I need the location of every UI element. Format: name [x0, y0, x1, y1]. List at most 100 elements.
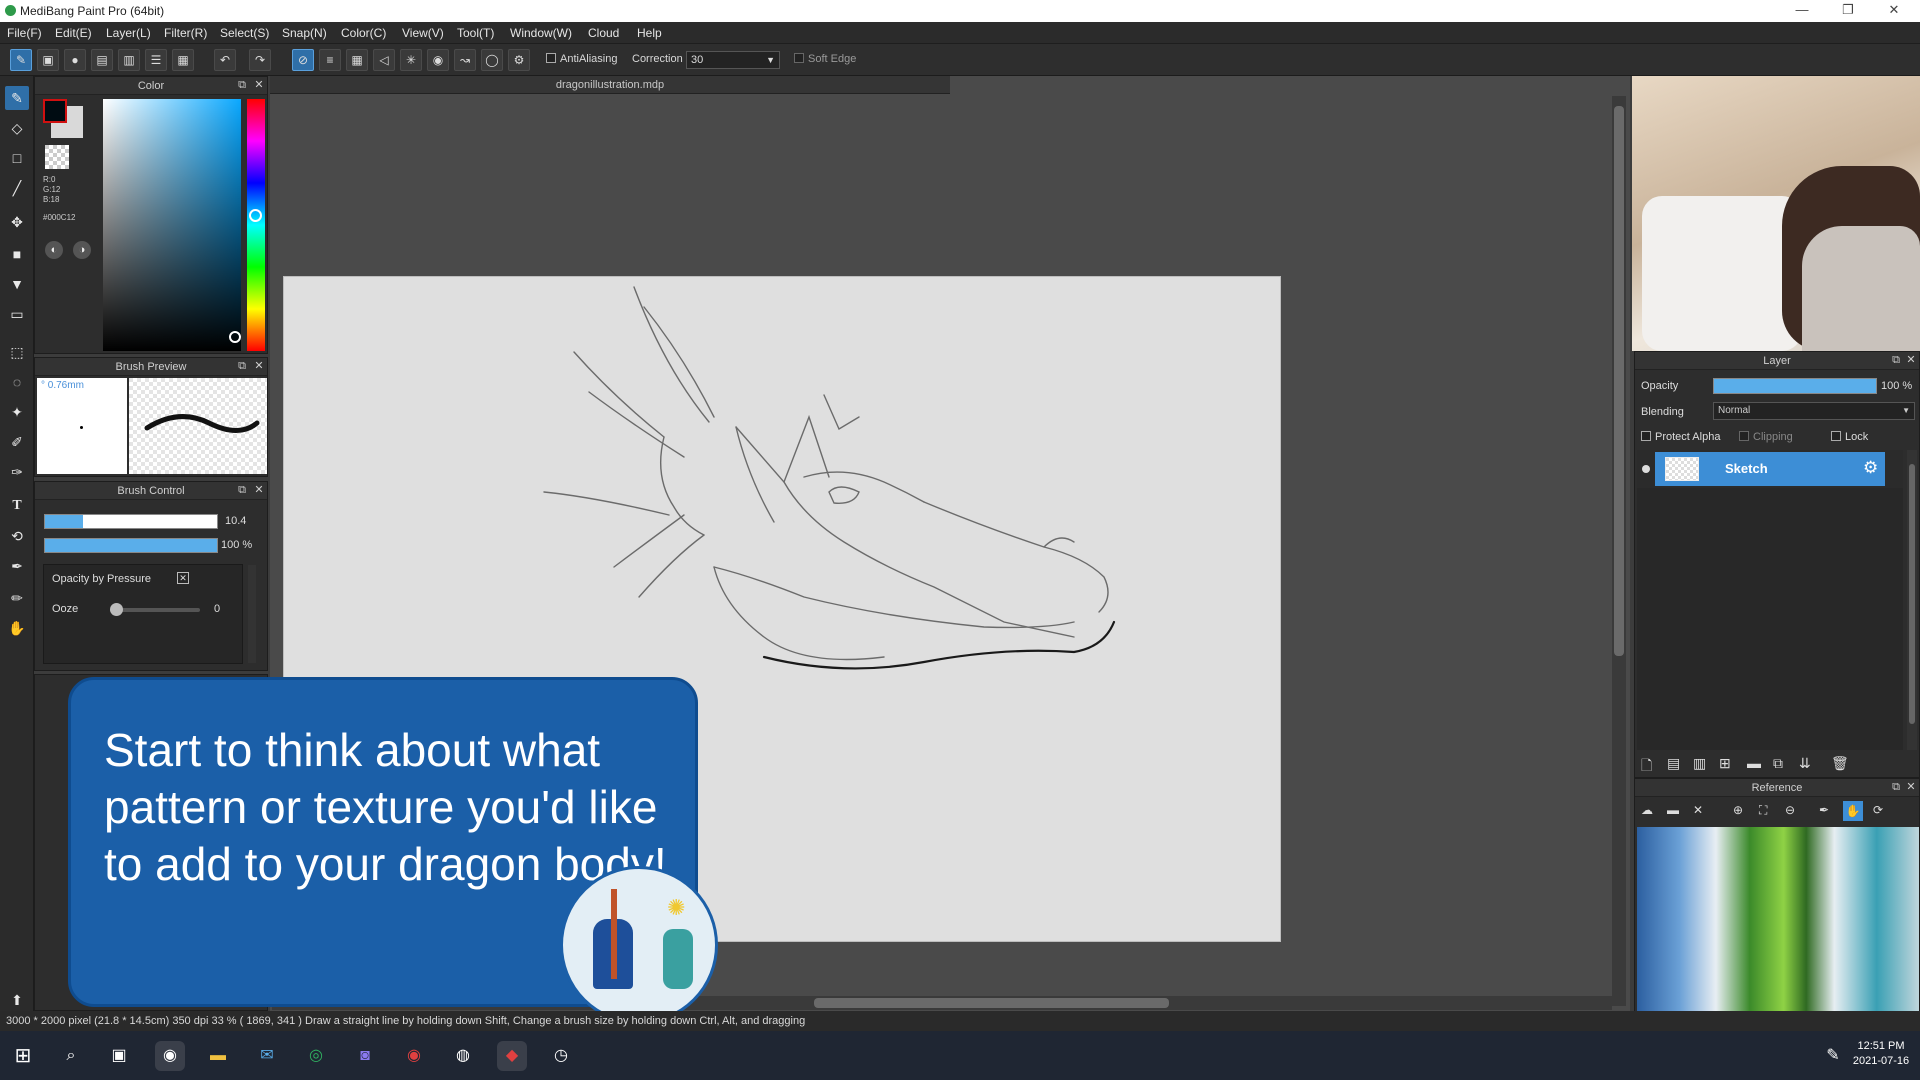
menu-file[interactable]: File(F): [7, 26, 42, 40]
discord-icon[interactable]: ◙: [350, 1041, 380, 1071]
select-pen-icon[interactable]: ✐: [5, 430, 29, 454]
clipping-checkbox[interactable]: [1739, 431, 1749, 441]
options-scrollbar[interactable]: [248, 565, 256, 663]
close-icon[interactable]: ✕: [1905, 781, 1917, 793]
medibang-taskbar-icon[interactable]: ◆: [497, 1041, 527, 1071]
close-image-icon[interactable]: ✕: [1693, 803, 1703, 817]
close-icon[interactable]: ✕: [253, 484, 265, 496]
task-view-icon[interactable]: ▣: [104, 1041, 134, 1071]
minimize-button[interactable]: —: [1782, 2, 1822, 20]
add-layer-menu-icon[interactable]: ⊞: [1719, 755, 1731, 772]
antialiasing-checkbox[interactable]: [546, 53, 556, 63]
soft-edge-checkbox[interactable]: [794, 53, 804, 63]
chrome-alt-icon[interactable]: ◉: [399, 1041, 429, 1071]
comment-icon[interactable]: ●: [64, 49, 86, 71]
document-tab[interactable]: dragonillustration.mdp: [270, 76, 950, 94]
close-icon[interactable]: ✕: [1905, 354, 1917, 366]
hue-handle[interactable]: [249, 209, 262, 222]
protect-alpha-toggle[interactable]: Protect Alpha: [1641, 431, 1720, 443]
move-tool-icon[interactable]: ✥: [5, 210, 29, 234]
select-eraser-icon[interactable]: ✑: [5, 460, 29, 484]
foreground-color[interactable]: [43, 99, 67, 123]
layer-scrollbar[interactable]: [1907, 450, 1917, 750]
correction-select[interactable]: 30 ▼: [686, 51, 780, 69]
layer-opacity-slider[interactable]: [1713, 378, 1877, 394]
mail-icon[interactable]: ✉: [252, 1041, 282, 1071]
color-history-icon[interactable]: ◑: [73, 241, 91, 259]
fit-icon[interactable]: ⛶: [1759, 803, 1767, 818]
rotate-icon[interactable]: ⟳: [1873, 803, 1883, 817]
close-button[interactable]: ✕: [1874, 2, 1914, 20]
menu-color[interactable]: Color(C): [341, 26, 386, 40]
chrome-icon[interactable]: ◉: [155, 1041, 185, 1071]
magic-wand-icon[interactable]: ✦: [5, 400, 29, 424]
pressure-checkbox[interactable]: ✕: [177, 572, 189, 584]
hand-icon[interactable]: ✋: [1843, 801, 1863, 821]
antialiasing-toggle[interactable]: AntiAliasing: [546, 53, 617, 65]
snap-parallel-icon[interactable]: ≡: [319, 49, 341, 71]
pen-tool-icon[interactable]: ✏: [5, 586, 29, 610]
snap-ellipse-icon[interactable]: ◯: [481, 49, 503, 71]
search-icon[interactable]: ⌕: [56, 1041, 86, 1071]
folder-icon[interactable]: ▬: [1747, 755, 1761, 771]
snap-radial-icon[interactable]: ✳: [400, 49, 422, 71]
snap-circle-icon[interactable]: ◉: [427, 49, 449, 71]
blending-select[interactable]: Normal ▼: [1713, 402, 1915, 420]
eyedropper-icon[interactable]: ✒: [1819, 803, 1829, 817]
close-icon[interactable]: ✕: [253, 360, 265, 372]
pen-settings-icon[interactable]: ✎: [1820, 1041, 1846, 1071]
hue-slider[interactable]: [247, 99, 265, 351]
undock-icon[interactable]: ⧉: [1890, 781, 1902, 793]
protect-alpha-checkbox[interactable]: [1641, 431, 1651, 441]
new-8bit-layer-icon[interactable]: ▥: [1693, 755, 1706, 772]
bucket-tool-icon[interactable]: ▼: [5, 272, 29, 296]
clipping-toggle[interactable]: Clipping: [1739, 431, 1793, 443]
menu-select[interactable]: Select(S): [220, 26, 269, 40]
restore-button[interactable]: ❐: [1828, 2, 1868, 20]
brush-tool-icon[interactable]: ✎: [5, 86, 29, 110]
zoom-in-icon[interactable]: ⊕: [1733, 803, 1743, 817]
lasso-tool-icon[interactable]: ◌: [5, 370, 29, 394]
snap-vanish-icon[interactable]: ◁: [373, 49, 395, 71]
pen-mode-icon[interactable]: ✎: [10, 49, 32, 71]
menu-layer[interactable]: Layer(L): [106, 26, 151, 40]
new-halftone-layer-icon[interactable]: ▤: [1667, 755, 1680, 772]
zoom-out-icon[interactable]: ⊖: [1785, 803, 1795, 817]
page-icon[interactable]: ▤: [91, 49, 113, 71]
color-square[interactable]: [103, 99, 241, 351]
brush-size-slider[interactable]: [44, 514, 218, 529]
undock-icon[interactable]: ⧉: [236, 79, 248, 91]
undock-icon[interactable]: ⧉: [1890, 354, 1902, 366]
close-icon[interactable]: ✕: [253, 79, 265, 91]
transparent-color[interactable]: [45, 145, 69, 169]
snap-off-icon[interactable]: ⊘: [292, 49, 314, 71]
undock-icon[interactable]: ⧉: [236, 360, 248, 372]
canvas-icon[interactable]: ▣: [37, 49, 59, 71]
layer-scroll-thumb[interactable]: [1909, 464, 1915, 724]
ooze-handle[interactable]: [110, 603, 123, 616]
obs-icon[interactable]: ◍: [448, 1041, 478, 1071]
reference-image[interactable]: [1637, 827, 1919, 1019]
menu-edit[interactable]: Edit(E): [55, 26, 92, 40]
layer-row[interactable]: Sketch ⚙: [1637, 450, 1903, 488]
grid-icon[interactable]: ▦: [172, 49, 194, 71]
menu-tool[interactable]: Tool(T): [457, 26, 494, 40]
color-picker-handle[interactable]: [229, 331, 241, 343]
menu-filter[interactable]: Filter(R): [164, 26, 207, 40]
ooze-slider[interactable]: [110, 603, 200, 616]
eraser-tool-icon[interactable]: ◇: [5, 116, 29, 140]
horizontal-scroll-thumb[interactable]: [814, 998, 1169, 1008]
system-clock[interactable]: 12:51 PM 2021-07-16: [1846, 1039, 1916, 1069]
new-layer-icon[interactable]: 🗋: [1641, 755, 1652, 779]
vertical-scrollbar[interactable]: [1612, 96, 1626, 1006]
shape-tool-icon[interactable]: □: [5, 146, 29, 170]
vertical-scroll-thumb[interactable]: [1614, 106, 1624, 656]
layer-selected-bg[interactable]: Sketch ⚙: [1655, 452, 1885, 486]
trash-icon[interactable]: 🗑: [1831, 755, 1849, 772]
visibility-icon[interactable]: [1642, 465, 1650, 473]
menu-cloud[interactable]: Cloud: [588, 26, 619, 40]
menu-snap[interactable]: Snap(N): [282, 26, 327, 40]
file-explorer-icon[interactable]: ▬: [203, 1041, 233, 1071]
menu-view[interactable]: View(V): [402, 26, 444, 40]
merge-layer-icon[interactable]: ⇊: [1799, 755, 1811, 772]
